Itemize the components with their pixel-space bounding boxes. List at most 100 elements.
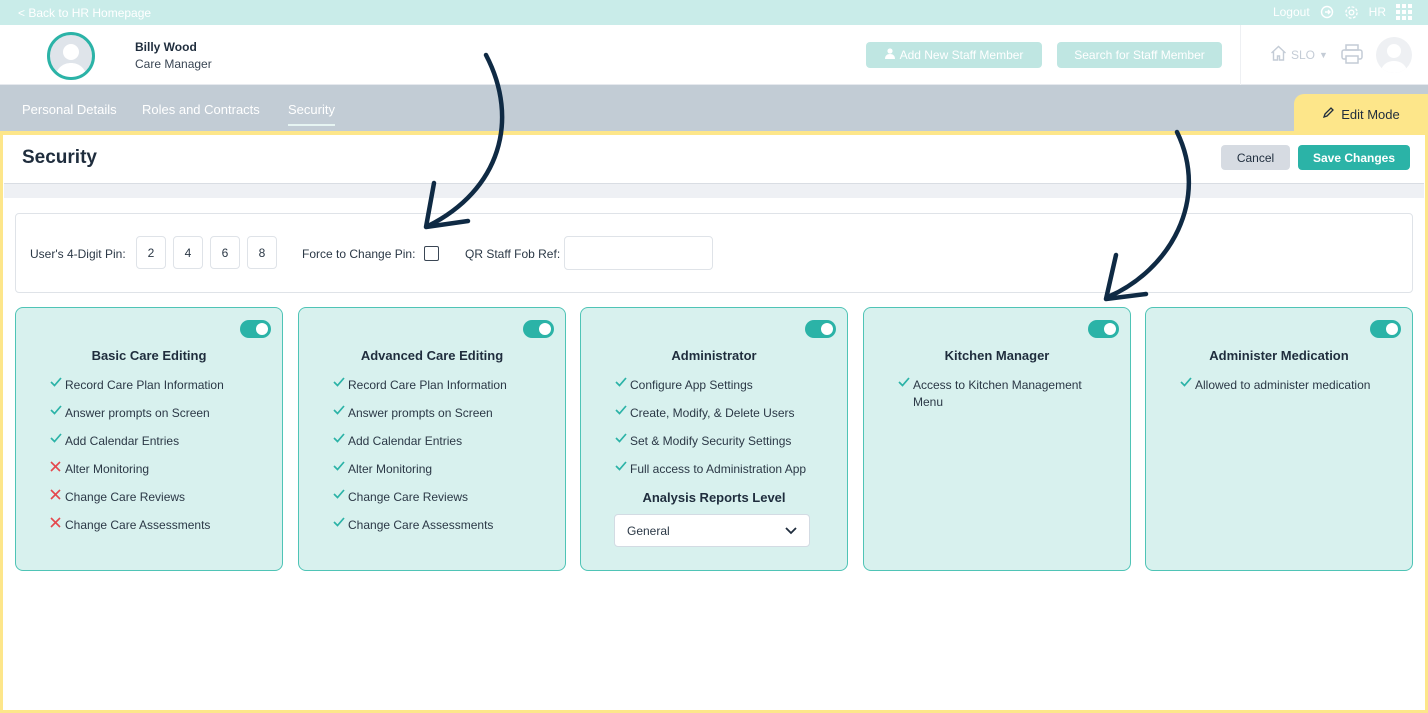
pin-digit-4[interactable]: 8 <box>247 236 277 269</box>
pin-digit-3[interactable]: 6 <box>210 236 240 269</box>
check-icon <box>332 377 345 387</box>
settings-gear-icon[interactable] <box>1344 5 1359 20</box>
check-icon <box>49 433 62 443</box>
reports-level-title: Analysis Reports Level <box>642 490 786 505</box>
tab-security[interactable]: Security <box>288 102 335 126</box>
home-icon <box>1270 45 1287 64</box>
search-staff-button[interactable]: Search for Staff Member <box>1057 42 1222 68</box>
save-changes-button[interactable]: Save Changes <box>1298 145 1410 170</box>
pencil-icon <box>1322 106 1335 122</box>
check-icon <box>614 405 627 415</box>
qr-fob-input[interactable] <box>564 236 713 270</box>
cancel-button[interactable]: Cancel <box>1221 145 1290 170</box>
permission-item: Create, Modify, & Delete Users <box>614 405 795 422</box>
pin-digit-2[interactable]: 4 <box>173 236 203 269</box>
top-bar-actions: Logout HR <box>1273 4 1412 20</box>
permission-item: Answer prompts on Screen <box>332 405 493 422</box>
reports-level-select[interactable]: General <box>614 514 810 547</box>
header-divider <box>1240 25 1241 85</box>
qr-fob-label: QR Staff Fob Ref: <box>465 247 561 261</box>
account-avatar[interactable] <box>1376 37 1412 73</box>
logout-icon[interactable] <box>1320 5 1334 19</box>
pin-label: User's 4-Digit Pin: <box>30 247 126 261</box>
permission-label: Access to Kitchen Management Menu <box>913 378 1082 409</box>
staff-role: Care Manager <box>135 57 212 71</box>
permission-label: Answer prompts on Screen <box>348 406 493 420</box>
check-icon <box>332 461 345 471</box>
role-card-kitchen-manager: Kitchen Manager Access to Kitchen Managem… <box>863 307 1131 571</box>
staff-name: Billy Wood <box>135 40 197 54</box>
permission-label: Change Care Assessments <box>65 518 211 532</box>
permission-label: Create, Modify, & Delete Users <box>630 406 795 420</box>
permission-label: Add Calendar Entries <box>348 434 463 448</box>
permission-item: Configure App Settings <box>614 377 753 394</box>
permission-item: Change Care Reviews <box>332 489 468 506</box>
permission-label: Configure App Settings <box>630 378 753 392</box>
logout-link[interactable]: Logout <box>1273 5 1310 19</box>
profile-header: Billy Wood Care Manager Add New Staff Me… <box>0 25 1428 85</box>
user-initials: HR <box>1368 5 1386 19</box>
permission-label: Full access to Administration App <box>630 462 807 476</box>
role-card-administer-medication: Administer Medication Allowed to administ… <box>1145 307 1413 571</box>
permission-label: Change Care Assessments <box>348 518 494 532</box>
check-icon <box>332 405 345 415</box>
back-to-hr-link[interactable]: < Back to HR Homepage <box>18 6 151 20</box>
chevron-down-icon: ▼ <box>1319 49 1328 60</box>
tab-personal-details[interactable]: Personal Details <box>22 102 117 117</box>
edit-mode-badge[interactable]: Edit Mode <box>1294 94 1428 134</box>
location-value: SLO <box>1291 47 1316 62</box>
permission-item: Access to Kitchen Management Menu <box>897 377 1097 411</box>
section-divider <box>4 183 1424 198</box>
reports-level-value: General <box>627 523 670 538</box>
permission-label: Add Calendar Entries <box>65 434 180 448</box>
role-card-title: Kitchen Manager <box>944 348 1050 363</box>
check-icon <box>49 377 62 387</box>
permission-item: Add Calendar Entries <box>332 433 462 450</box>
check-icon <box>614 377 627 387</box>
tab-roles-and-contracts[interactable]: Roles and Contracts <box>142 102 260 117</box>
apps-grid-icon[interactable] <box>1396 4 1412 20</box>
cross-icon <box>49 489 62 500</box>
permission-label: Record Care Plan Information <box>348 378 507 392</box>
permission-label: Change Care Reviews <box>348 490 469 504</box>
cross-icon <box>49 517 62 528</box>
edit-mode-label: Edit Mode <box>1341 106 1400 122</box>
permission-item: Set & Modify Security Settings <box>614 433 791 450</box>
check-icon <box>332 489 345 499</box>
permission-label: Alter Monitoring <box>65 462 150 476</box>
role-toggle[interactable] <box>1088 320 1119 338</box>
role-toggle[interactable] <box>523 320 554 338</box>
permission-item: Record Care Plan Information <box>332 377 507 394</box>
pin-digit-1[interactable]: 2 <box>136 236 166 269</box>
permission-item: Allowed to administer medication <box>1179 377 1370 394</box>
permission-item: Add Calendar Entries <box>49 433 179 450</box>
force-change-pin-checkbox[interactable] <box>424 246 439 261</box>
add-staff-label: Add New Staff Member <box>899 48 1024 62</box>
role-toggle[interactable] <box>1370 320 1401 338</box>
permission-item: Change Care Assessments <box>332 517 493 534</box>
permission-label: Change Care Reviews <box>65 490 186 504</box>
location-selector[interactable]: SLO ▼ <box>1270 45 1328 64</box>
staff-avatar <box>47 32 95 80</box>
role-card-title: Administer Medication <box>1209 348 1349 363</box>
page-title: Security <box>22 147 97 168</box>
add-staff-button[interactable]: Add New Staff Member <box>866 42 1042 68</box>
role-card-basic-care-editing: Basic Care Editing Record Care Plan Infor… <box>15 307 283 571</box>
permission-item: Alter Monitoring <box>49 461 149 478</box>
check-icon <box>332 517 345 527</box>
check-icon <box>49 405 62 415</box>
printer-icon[interactable] <box>1341 44 1363 69</box>
role-toggle[interactable] <box>805 320 836 338</box>
permission-label: Set & Modify Security Settings <box>630 434 792 448</box>
role-card-title: Basic Care Editing <box>91 348 207 363</box>
check-icon <box>1179 377 1192 387</box>
check-icon <box>614 461 627 471</box>
role-toggle[interactable] <box>240 320 271 338</box>
check-icon <box>897 377 910 387</box>
permission-item: Change Care Assessments <box>49 517 210 534</box>
permission-label: Alter Monitoring <box>348 462 433 476</box>
chevron-down-icon <box>785 524 797 538</box>
check-icon <box>614 433 627 443</box>
user-icon <box>884 48 895 62</box>
role-card-title: Administrator <box>671 348 757 363</box>
